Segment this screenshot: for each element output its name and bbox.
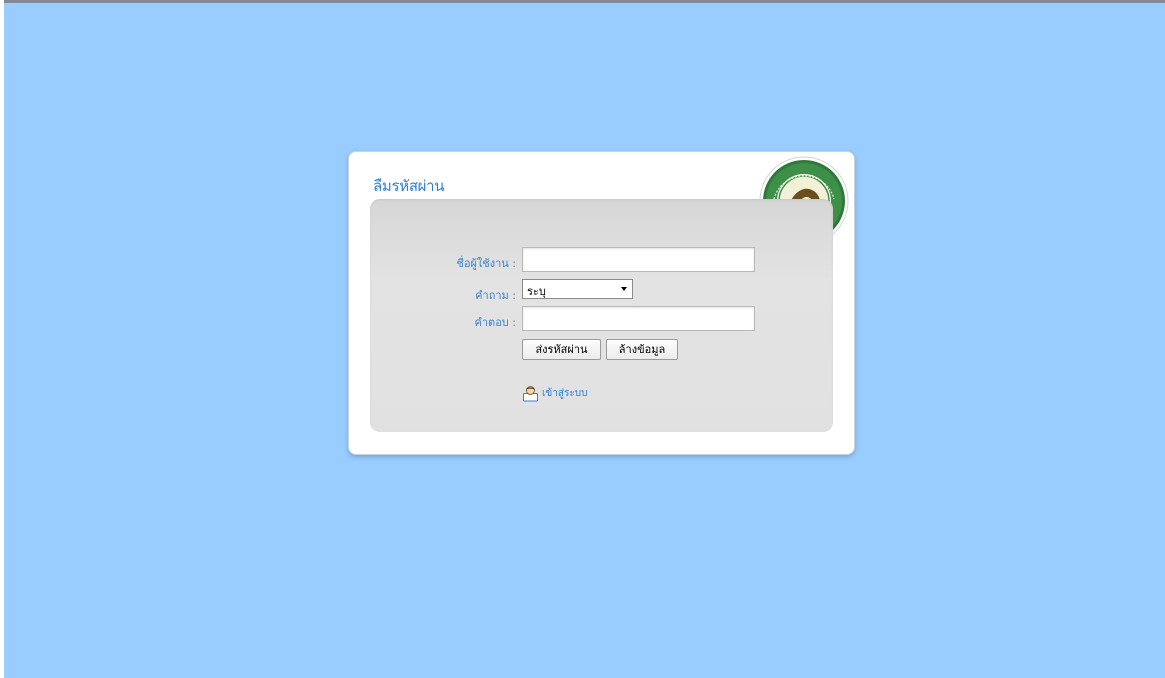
- username-input[interactable]: [522, 247, 755, 272]
- question-select-value: ระบุ: [527, 285, 546, 298]
- window-top-border: [0, 0, 1165, 3]
- clear-form-button[interactable]: ล้างข้อมูล: [606, 339, 678, 360]
- login-link[interactable]: เข้าสู่ระบบ: [522, 385, 587, 402]
- window-left-border: [0, 0, 4, 678]
- user-login-icon: [523, 386, 538, 402]
- card-title: ลืมรหัสผ่าน: [373, 177, 445, 195]
- form-panel: ชื่อผู้ใช้งาน : คำถาม : ระบุ คำตอบ : ส่ง…: [370, 199, 833, 432]
- forgot-password-card: ลืมรหัสผ่าน ชื่อผู้ใช้งาน : คำถาม : ระบุ…: [348, 151, 855, 455]
- answer-input[interactable]: [522, 306, 755, 331]
- send-password-button[interactable]: ส่งรหัสผ่าน: [522, 339, 601, 360]
- username-label: ชื่อผู้ใช้งาน :: [456, 257, 516, 270]
- question-label: คำถาม :: [475, 289, 516, 302]
- answer-label: คำตอบ :: [474, 316, 516, 329]
- dropdown-arrow-icon: [621, 287, 627, 291]
- question-select[interactable]: ระบุ: [522, 279, 633, 299]
- login-link-label[interactable]: เข้าสู่ระบบ: [542, 386, 587, 401]
